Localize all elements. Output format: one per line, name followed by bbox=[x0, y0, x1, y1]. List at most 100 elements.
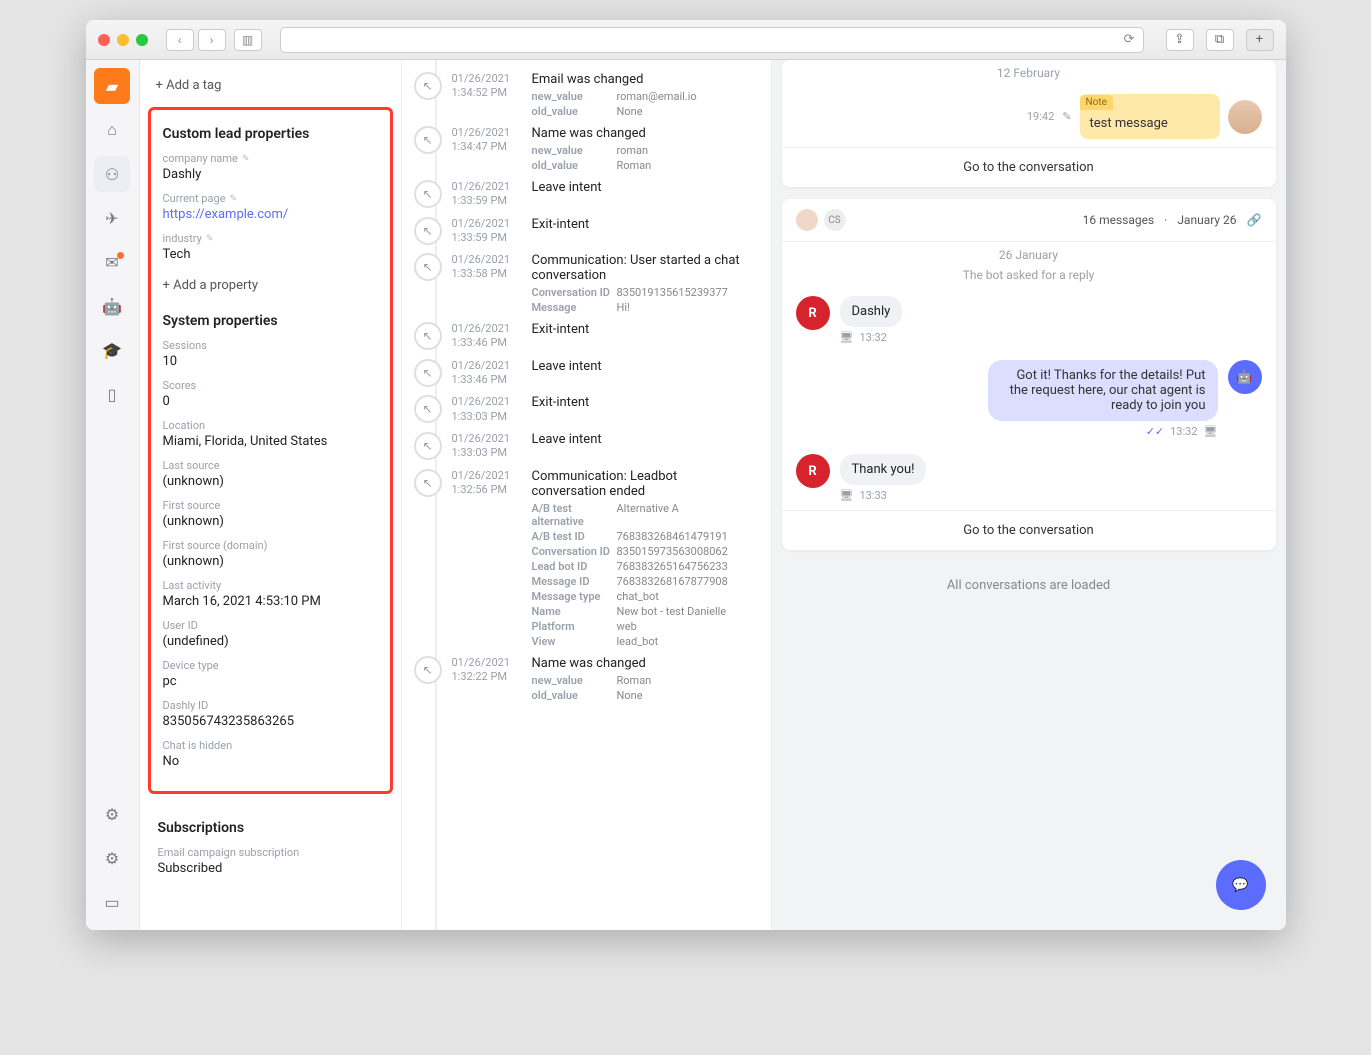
subscription-value: Subscribed bbox=[158, 861, 383, 876]
timeline-event-title: Communication: Leadbot conversation ende… bbox=[532, 469, 755, 499]
timeline-event-title: Communication: User started a chat conve… bbox=[532, 253, 755, 283]
app-sidebar: ▰ ⌂ ⚇ ✈ ✉ 🤖 🎓 ▯ ⚙ ⚙ ▭ bbox=[86, 60, 140, 930]
system-prop-label: Device type bbox=[163, 659, 378, 672]
cursor-icon: ↖ bbox=[414, 180, 442, 208]
timeline-item: ↖01/26/20211:33:46 PMLeave intent bbox=[402, 355, 761, 392]
account-icon[interactable]: ▭ bbox=[94, 884, 130, 920]
tabs-icon[interactable]: ⧉ bbox=[1206, 29, 1234, 51]
read-icon: ✓✓ bbox=[1146, 425, 1164, 438]
cursor-icon: ↖ bbox=[414, 656, 442, 684]
window-titlebar: ‹ › ▥ ⟳ ⇪ ⧉ + bbox=[86, 20, 1286, 60]
system-properties-title: System properties bbox=[163, 313, 378, 329]
timeline-kv-value: roman bbox=[617, 144, 649, 157]
minimize-window-button[interactable] bbox=[117, 34, 129, 46]
timeline-kv-key: new_value bbox=[532, 90, 617, 103]
close-window-button[interactable] bbox=[98, 34, 110, 46]
timeline-item: ↖01/26/20211:33:46 PMExit-intent bbox=[402, 318, 761, 355]
new-tab-button[interactable]: + bbox=[1246, 29, 1274, 51]
url-bar[interactable]: ⟳ bbox=[280, 27, 1144, 53]
timeline-kv-value: Alternative A bbox=[617, 502, 679, 528]
cursor-icon: ↖ bbox=[414, 469, 442, 497]
edit-icon: ✎ bbox=[1062, 110, 1071, 123]
timeline-item: ↖01/26/20211:33:58 PMCommunication: User… bbox=[402, 249, 761, 318]
message-time: 13:33 bbox=[859, 489, 886, 502]
timeline-kv-key: Conversation ID bbox=[532, 545, 617, 558]
timeline-item: ↖01/26/20211:32:56 PMCommunication: Lead… bbox=[402, 465, 761, 652]
leads-icon[interactable]: ⚇ bbox=[94, 156, 130, 192]
timeline-event-title: Name was changed bbox=[532, 656, 755, 671]
user-avatar: R bbox=[796, 454, 830, 488]
system-prop-label: Last activity bbox=[163, 579, 378, 592]
custom-properties-title: Custom lead properties bbox=[163, 126, 378, 142]
message-bubble: Thank you! bbox=[840, 454, 927, 485]
cursor-icon: ↖ bbox=[414, 217, 442, 245]
edit-icon[interactable]: ✎ bbox=[242, 154, 250, 164]
note-text: test message bbox=[1080, 110, 1220, 131]
add-tag-button[interactable]: + Add a tag bbox=[140, 70, 401, 101]
timeline-kv-value: roman@email.io bbox=[617, 90, 697, 103]
timeline-date: 01/26/20211:33:46 PM bbox=[452, 359, 522, 388]
go-to-conversation-link[interactable]: Go to the conversation bbox=[782, 510, 1276, 550]
reports-icon[interactable]: ▯ bbox=[94, 376, 130, 412]
reload-icon[interactable]: ⟳ bbox=[1124, 32, 1135, 47]
sidebar-toggle-button[interactable]: ▥ bbox=[234, 29, 262, 51]
message-bubble: Dashly bbox=[840, 296, 903, 327]
home-icon[interactable]: ⌂ bbox=[94, 112, 130, 148]
system-prop-value: 10 bbox=[163, 354, 378, 369]
timeline-kv-value: chat_bot bbox=[617, 590, 659, 603]
edit-icon[interactable]: ✎ bbox=[229, 194, 237, 204]
back-button[interactable]: ‹ bbox=[166, 29, 194, 51]
share-icon[interactable]: ⇪ bbox=[1166, 29, 1194, 51]
subscriptions-title: Subscriptions bbox=[158, 820, 383, 836]
bot-message-bubble: Got it! Thanks for the details! Put the … bbox=[988, 360, 1218, 421]
timeline-event-title: Leave intent bbox=[532, 180, 755, 195]
current-page-link[interactable]: https://example.com/ bbox=[163, 207, 378, 222]
edit-icon[interactable]: ✎ bbox=[206, 234, 214, 244]
timeline-kv-value: web bbox=[617, 620, 637, 633]
settings-icon[interactable]: ⚙ bbox=[94, 840, 130, 876]
message-time: 13:32 bbox=[859, 331, 886, 344]
timeline-kv-value: Hi! bbox=[617, 301, 630, 314]
system-prop-value: March 16, 2021 4:53:10 PM bbox=[163, 594, 378, 609]
timeline-item: ↖01/26/20211:33:03 PMLeave intent bbox=[402, 428, 761, 465]
system-prop-label: Last source bbox=[163, 459, 378, 472]
desktop-icon: 🖥 bbox=[840, 489, 854, 502]
send-icon[interactable]: ✈ bbox=[94, 200, 130, 236]
note-bubble: Note test message bbox=[1080, 94, 1220, 139]
timeline-kv-key: A/B test alternative bbox=[532, 502, 617, 528]
brand-logo-icon[interactable]: ▰ bbox=[94, 68, 130, 104]
timeline-date: 01/26/20211:33:58 PM bbox=[452, 253, 522, 314]
timeline-item: ↖01/26/20211:32:22 PMName was changednew… bbox=[402, 652, 761, 706]
maximize-window-button[interactable] bbox=[136, 34, 148, 46]
all-loaded-text: All conversations are loaded bbox=[782, 562, 1276, 609]
chat-fab-button[interactable]: 💬 bbox=[1216, 860, 1266, 910]
timeline-kv-value: lead_bot bbox=[617, 635, 659, 648]
forward-button[interactable]: › bbox=[198, 29, 226, 51]
cursor-icon: ↖ bbox=[414, 359, 442, 387]
cursor-icon: ↖ bbox=[414, 432, 442, 460]
learn-icon[interactable]: 🎓 bbox=[94, 332, 130, 368]
timeline-kv-key: Platform bbox=[532, 620, 617, 633]
system-prop-value: pc bbox=[163, 674, 378, 689]
timeline-kv-value: 768383268461479191 bbox=[617, 530, 728, 543]
activity-timeline: ↖01/26/20211:34:52 PMEmail was changedne… bbox=[402, 60, 772, 930]
extensions-icon[interactable]: ⚙ bbox=[94, 796, 130, 832]
system-prop-value: (unknown) bbox=[163, 554, 378, 569]
add-property-button[interactable]: + Add a property bbox=[163, 272, 378, 299]
system-prop-label: Dashly ID bbox=[163, 699, 378, 712]
timeline-kv-value: Roman bbox=[617, 674, 652, 687]
system-prop-value: (undefined) bbox=[163, 634, 378, 649]
current-page-label: Current page bbox=[163, 192, 226, 205]
timeline-item: ↖01/26/20211:34:52 PMEmail was changedne… bbox=[402, 68, 761, 122]
bot-avatar: 🤖 bbox=[1228, 360, 1262, 394]
system-prop-value: (unknown) bbox=[163, 474, 378, 489]
conversation-header-date: January 26 bbox=[1177, 213, 1236, 227]
inbox-icon[interactable]: ✉ bbox=[94, 244, 130, 280]
timeline-kv-value: 835015973563008062 bbox=[617, 545, 728, 558]
note-tag: Note bbox=[1080, 95, 1113, 110]
system-prop-value: (unknown) bbox=[163, 514, 378, 529]
go-to-conversation-link[interactable]: Go to the conversation bbox=[782, 147, 1276, 187]
system-prop-value: Miami, Florida, United States bbox=[163, 434, 378, 449]
bot-icon[interactable]: 🤖 bbox=[94, 288, 130, 324]
link-icon[interactable]: 🔗 bbox=[1247, 213, 1262, 227]
